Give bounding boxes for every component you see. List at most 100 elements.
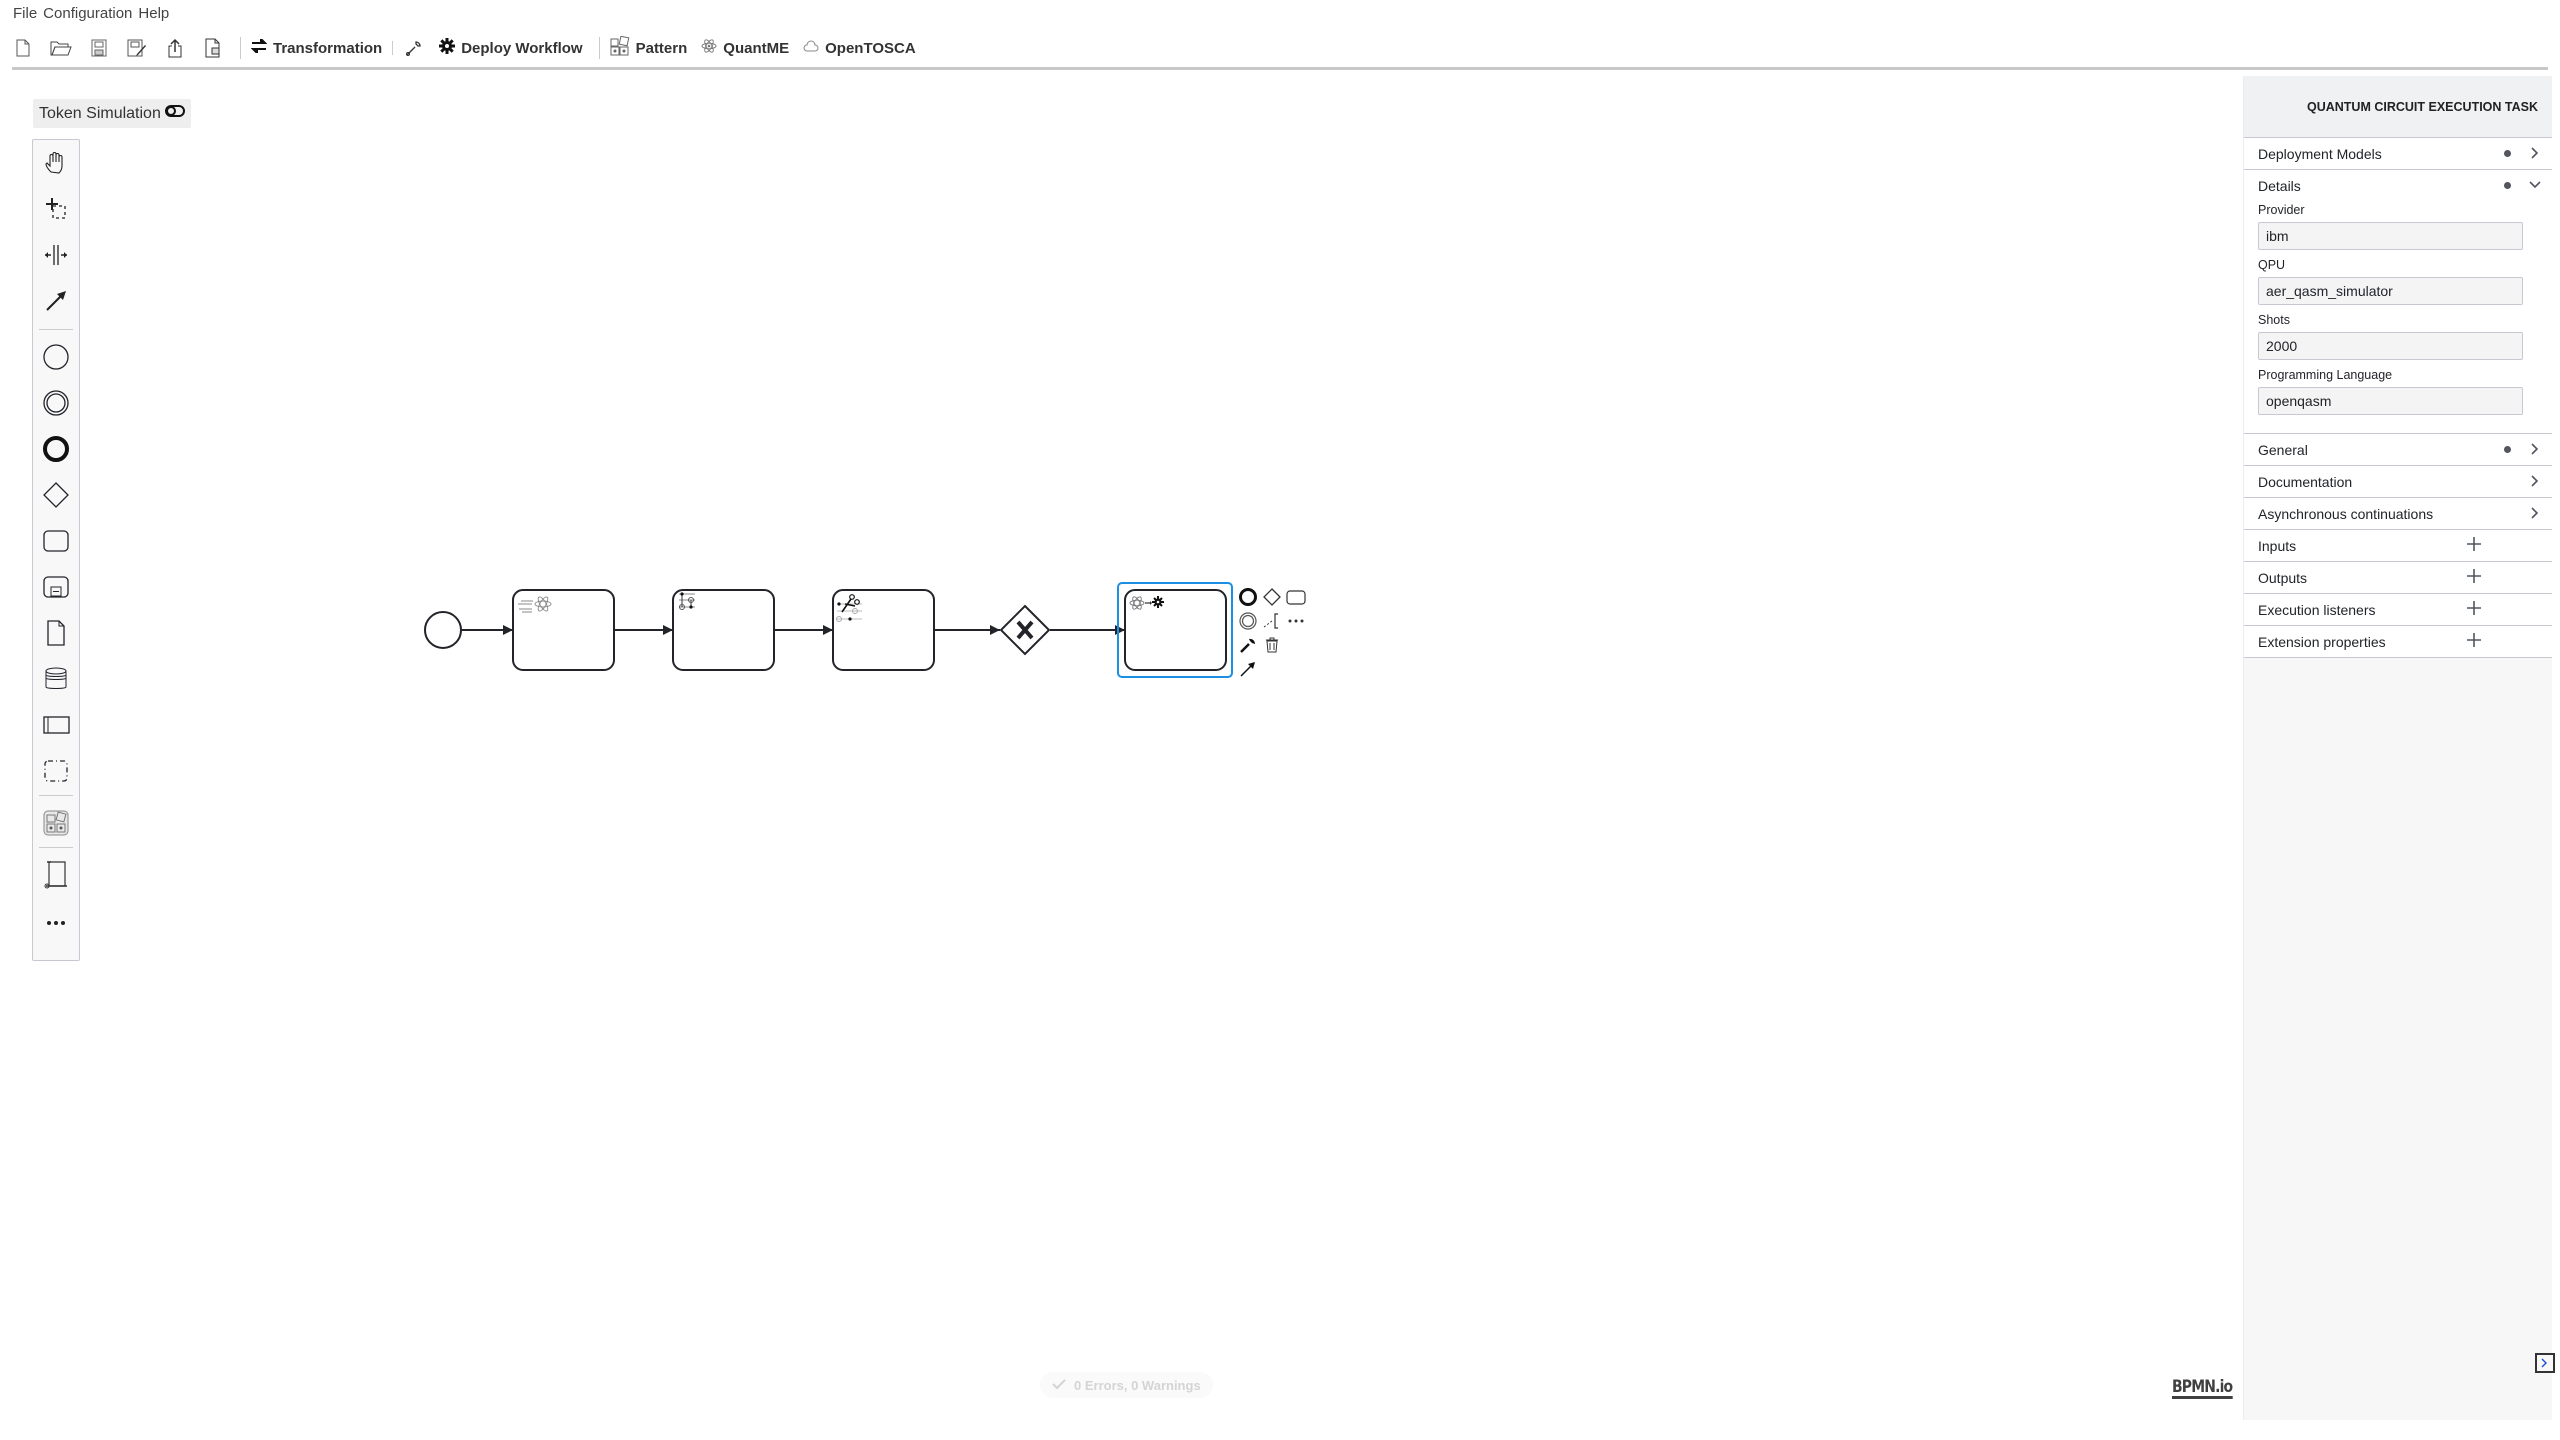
palette-divider — [39, 329, 73, 330]
group-header[interactable]: Details — [2244, 170, 2552, 201]
tool-palette — [32, 139, 80, 961]
gear-icon — [439, 38, 456, 58]
export-file-icon[interactable] — [200, 35, 226, 61]
group-outputs: Outputs — [2244, 562, 2552, 594]
opentosca-button[interactable]: OpenTOSCA — [803, 39, 916, 57]
group-extension-properties: Extension properties — [2244, 626, 2552, 658]
shots-input[interactable]: 2000 — [2258, 332, 2523, 360]
bpmn-diagram — [424, 582, 1233, 678]
quantum-circuit-loading-task[interactable] — [672, 589, 775, 671]
append-task[interactable] — [1285, 586, 1307, 608]
more-elements-icon[interactable] — [33, 905, 79, 941]
connect-arrow-icon[interactable] — [1237, 658, 1259, 680]
programming-language-label: Programming Language — [2258, 368, 2393, 382]
change-type-wrench-icon[interactable] — [1237, 634, 1259, 656]
chevron-down-icon[interactable] — [2528, 176, 2542, 194]
check-icon — [1052, 1378, 1066, 1393]
group-deployment-models: Deployment Models — [2244, 138, 2552, 170]
group-header[interactable]: Inputs — [2244, 530, 2552, 561]
quantme-button[interactable]: QuantME — [701, 38, 789, 58]
create-intermediate-event-icon[interactable] — [33, 385, 79, 421]
group-details: Details Provider ibm QPU aer_qasm_simula… — [2244, 170, 2552, 434]
start-event[interactable] — [424, 611, 462, 649]
palette-divider — [39, 847, 73, 848]
chevron-right-icon[interactable] — [2528, 440, 2542, 458]
group-header[interactable]: General — [2244, 434, 2552, 465]
bpmn-io-logo[interactable]: BPMN.io — [2172, 1378, 2233, 1399]
create-start-event-icon[interactable] — [33, 339, 79, 375]
open-folder-icon[interactable] — [48, 35, 74, 61]
menu-file[interactable]: File — [10, 3, 40, 25]
append-intermediate-event[interactable] — [1237, 610, 1259, 632]
wrench-icon[interactable] — [401, 35, 427, 61]
delete-trash-icon[interactable] — [1261, 634, 1283, 656]
create-task-icon[interactable] — [33, 523, 79, 559]
menu-help[interactable]: Help — [135, 3, 172, 25]
append-text-annotation[interactable] — [1261, 610, 1283, 632]
deploy-workflow-button[interactable]: Deploy Workflow — [439, 38, 583, 58]
save-as-icon[interactable] — [124, 35, 150, 61]
group-header[interactable]: Extension properties — [2244, 626, 2552, 657]
pattern-icon — [610, 35, 630, 60]
append-end-event[interactable] — [1237, 586, 1259, 608]
group-body: Provider ibm QPU aer_qasm_simulator Shot… — [2244, 203, 2552, 433]
transformation-button[interactable]: Transformation — [250, 36, 382, 57]
create-gateway-icon[interactable] — [33, 477, 79, 513]
data-marker-dot — [2504, 182, 2511, 189]
properties-panel: QUANTUM CIRCUIT EXECUTION TASK Deploymen… — [2243, 76, 2552, 1420]
pattern-button[interactable]: Pattern — [610, 35, 687, 60]
group-general: General — [2244, 434, 2552, 466]
data-marker-dot — [2504, 150, 2511, 157]
bpmn-canvas[interactable] — [0, 70, 2243, 1440]
hand-tool-icon[interactable] — [33, 145, 79, 181]
add-plus-icon[interactable] — [2467, 534, 2481, 556]
group-header[interactable]: Outputs — [2244, 562, 2552, 593]
create-end-event-icon[interactable] — [33, 431, 79, 467]
create-data-map-scroll-icon[interactable] — [33, 857, 79, 893]
panel-toggle-chevron-right-icon[interactable] — [2535, 1353, 2555, 1373]
add-plus-icon[interactable] — [2467, 630, 2481, 652]
create-subprocess-icon[interactable] — [33, 569, 79, 605]
chevron-right-icon[interactable] — [2528, 472, 2542, 490]
token-simulation-toggle[interactable]: Token Simulation — [33, 99, 191, 128]
lint-status-button[interactable]: 0 Errors, 0 Warnings — [1040, 1372, 1213, 1398]
save-icon[interactable] — [86, 35, 112, 61]
add-plus-icon[interactable] — [2467, 566, 2481, 588]
group-header[interactable]: Deployment Models — [2244, 138, 2552, 169]
quantum-circuit-execution-task[interactable] — [1117, 582, 1233, 678]
group-execution-listeners: Execution listeners — [2244, 594, 2552, 626]
group-header[interactable]: Documentation — [2244, 466, 2552, 497]
global-connect-tool-icon[interactable] — [33, 283, 79, 319]
chevron-right-icon[interactable] — [2528, 504, 2542, 522]
lasso-tool-icon[interactable] — [33, 191, 79, 227]
group-async-continuations: Asynchronous continuations — [2244, 498, 2552, 530]
toggle-off-icon — [164, 104, 185, 123]
panel-header: QUANTUM CIRCUIT EXECUTION TASK — [2244, 76, 2552, 138]
upload-icon[interactable] — [162, 35, 188, 61]
qpu-input[interactable]: aer_qasm_simulator — [2258, 277, 2523, 305]
menu-bar: File Configuration Help — [10, 3, 172, 25]
provider-input[interactable]: ibm — [2258, 222, 2523, 250]
toolbar: Transformation Deploy Workflow Pattern Q… — [10, 34, 930, 62]
create-group-icon[interactable] — [33, 753, 79, 789]
palette-divider — [39, 795, 73, 796]
space-tool-icon[interactable] — [33, 237, 79, 273]
chevron-right-icon[interactable] — [2528, 144, 2542, 162]
create-pool-icon[interactable] — [33, 707, 79, 743]
pattern-selection-icon[interactable] — [33, 805, 79, 841]
group-header[interactable]: Execution listeners — [2244, 594, 2552, 625]
add-plus-icon[interactable] — [2467, 598, 2481, 620]
exclusive-gateway[interactable] — [999, 604, 1051, 656]
group-header[interactable]: Asynchronous continuations — [2244, 498, 2552, 529]
quantum-data-preparation-task[interactable] — [512, 589, 615, 671]
provider-label: Provider — [2258, 203, 2305, 217]
new-file-icon[interactable] — [10, 35, 36, 61]
qpu-label: QPU — [2258, 258, 2286, 272]
programming-language-input[interactable]: openqasm — [2258, 387, 2523, 415]
append-gateway[interactable] — [1261, 586, 1283, 608]
more-options-icon[interactable] — [1285, 610, 1307, 632]
create-data-object-icon[interactable] — [33, 615, 79, 651]
menu-configuration[interactable]: Configuration — [40, 3, 135, 25]
create-data-store-icon[interactable] — [33, 661, 79, 697]
circuit-cutting-task[interactable] — [832, 589, 935, 671]
